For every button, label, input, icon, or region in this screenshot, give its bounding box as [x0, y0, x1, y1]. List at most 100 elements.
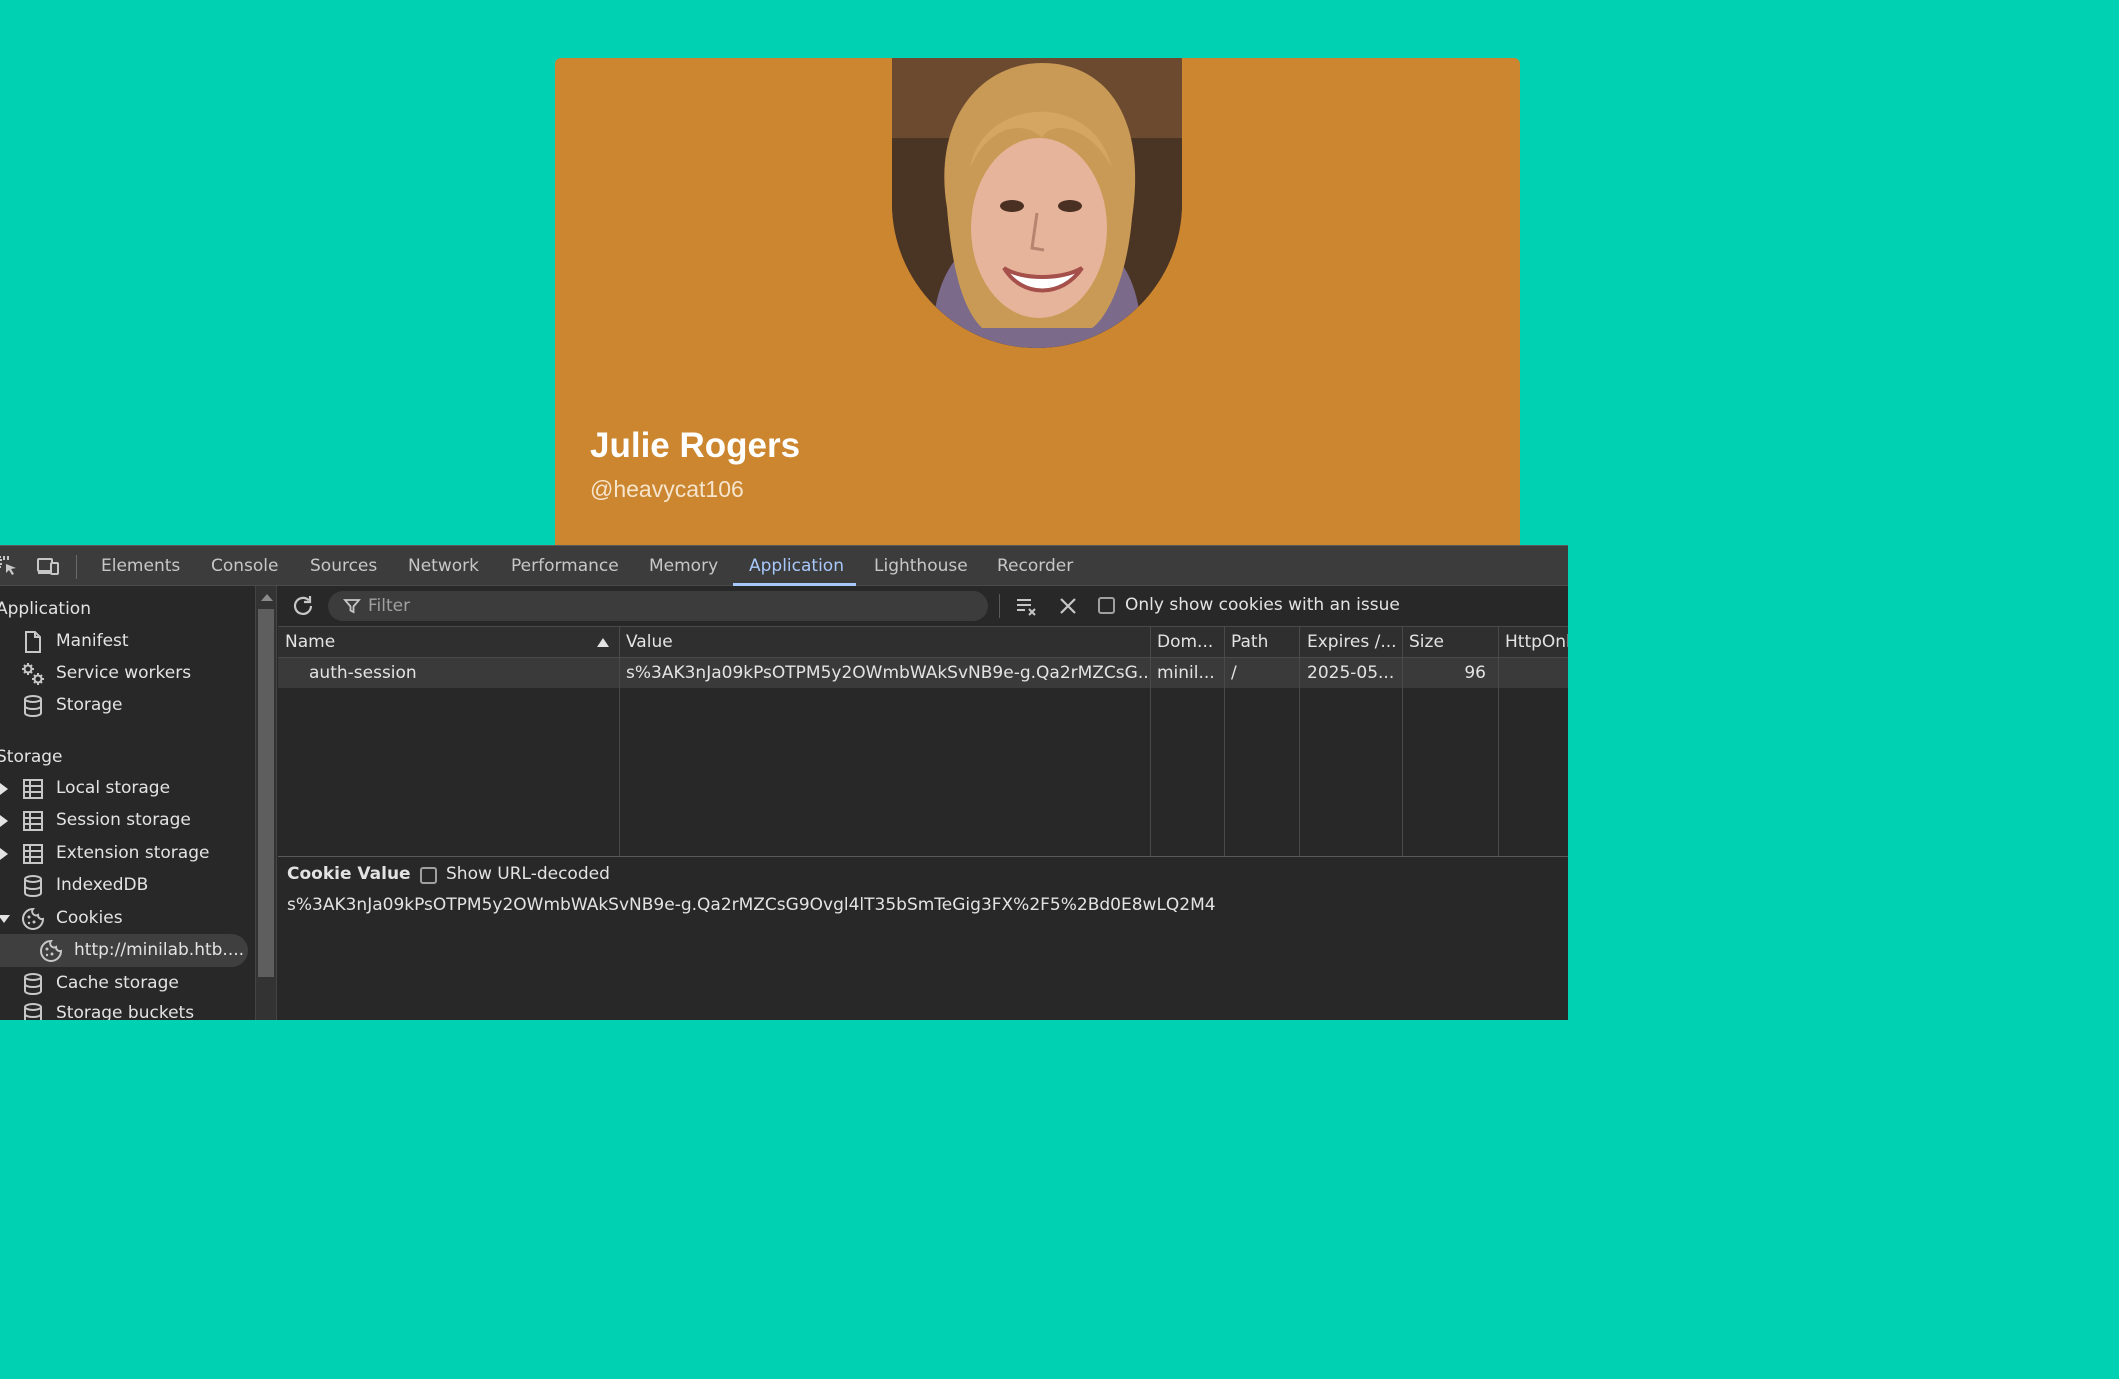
sidebar-item-storage[interactable]: Storage	[0, 691, 250, 721]
sidebar-item-label: Storage buckets	[56, 1003, 195, 1020]
column-divider[interactable]	[1224, 627, 1225, 856]
sidebar-item-service-workers[interactable]: Service workers	[0, 659, 250, 689]
filter-icon	[343, 597, 361, 615]
cookies-panel: Only show cookies with an issue Name Val…	[278, 586, 1568, 1020]
sidebar-item-cache-storage[interactable]: Cache storage	[0, 969, 250, 999]
tab-network[interactable]: Network	[408, 546, 479, 586]
sidebar-item-label: Extension storage	[56, 843, 210, 863]
sidebar-item-label: Manifest	[56, 631, 129, 651]
tab-console[interactable]: Console	[211, 546, 279, 586]
cookie-table: Name Value Dom... Path Expires /... Size…	[278, 626, 1568, 857]
expand-arrow-icon[interactable]	[0, 783, 8, 795]
show-url-decoded-label[interactable]: Show URL-decoded	[446, 864, 610, 884]
table-icon	[20, 808, 46, 834]
scrollbar-thumb[interactable]	[258, 609, 274, 977]
table-row[interactable]: auth-session s%3AK3nJa09kPsOTPM5y2OWmbWA…	[278, 658, 1568, 688]
devtools-panel: Elements Console Sources Network Perform…	[0, 545, 1568, 1020]
sidebar-section-application: Application	[0, 599, 91, 619]
toolbar-divider	[999, 594, 1000, 618]
cookie-value-pane: Cookie Value Show URL-decoded s%3AK3nJa0…	[278, 857, 1568, 1020]
sidebar-item-label: http://minilab.htb....	[74, 940, 245, 960]
sidebar-item-label: Cache storage	[56, 973, 179, 993]
sidebar-item-cookies[interactable]: Cookies	[0, 904, 250, 934]
sidebar-item-label: Local storage	[56, 778, 171, 798]
cookie-value-cell[interactable]: s%3AK3nJa09kPsOTPM5y2OWmbWAkSvNB9e-g.Qa2…	[619, 658, 1149, 688]
sidebar-item-label: Cookies	[56, 908, 123, 928]
table-header-row: Name Value Dom... Path Expires /... Size…	[278, 627, 1568, 658]
profile-name: Julie Rogers	[590, 426, 801, 465]
sort-ascending-icon	[597, 638, 609, 647]
column-header-path[interactable]: Path	[1224, 627, 1299, 658]
page-viewport: Julie Rogers @heavycat106	[0, 0, 1568, 545]
sidebar-item-extension-storage[interactable]: Extension storage	[0, 839, 250, 869]
database-icon	[20, 971, 46, 997]
filter-field[interactable]	[328, 591, 988, 621]
cookie-value-text[interactable]: s%3AK3nJa09kPsOTPM5y2OWmbWAkSvNB9e-g.Qa2…	[287, 895, 1216, 915]
cookie-domain-cell[interactable]: minil...	[1150, 658, 1223, 688]
tab-sources[interactable]: Sources	[310, 546, 377, 586]
cookies-toolbar: Only show cookies with an issue	[278, 586, 1568, 626]
column-header-expires[interactable]: Expires /...	[1300, 627, 1402, 658]
sidebar-item-label: IndexedDB	[56, 875, 149, 895]
filter-input[interactable]	[368, 591, 968, 621]
column-header-httponly[interactable]: HttpOnl	[1498, 627, 1568, 658]
tab-recorder[interactable]: Recorder	[997, 546, 1073, 586]
sidebar-item-label: Storage	[56, 695, 123, 715]
application-sidebar: Application Manifest Service workers Sto…	[0, 586, 255, 1020]
tab-memory[interactable]: Memory	[649, 546, 718, 586]
show-url-decoded-checkbox[interactable]	[420, 867, 437, 884]
cookie-name-cell[interactable]: auth-session	[302, 658, 618, 688]
cookie-value-title: Cookie Value	[287, 864, 411, 884]
column-header-domain[interactable]: Dom...	[1150, 627, 1223, 658]
column-divider[interactable]	[619, 627, 620, 856]
cookie-size-cell[interactable]: 96	[1402, 658, 1492, 688]
sidebar-item-label: Service workers	[56, 663, 192, 683]
tab-lighthouse[interactable]: Lighthouse	[874, 546, 968, 586]
only-issues-label[interactable]: Only show cookies with an issue	[1125, 595, 1400, 615]
scroll-up-icon[interactable]	[261, 594, 273, 601]
column-header-size[interactable]: Size	[1402, 627, 1498, 658]
cookie-icon	[38, 938, 64, 964]
database-icon	[20, 1001, 46, 1020]
sidebar-item-storage-buckets[interactable]: Storage buckets	[0, 999, 250, 1020]
only-issues-checkbox[interactable]	[1098, 597, 1115, 614]
tab-application[interactable]: Application	[749, 546, 844, 586]
column-divider[interactable]	[1299, 627, 1300, 856]
expand-arrow-icon[interactable]	[0, 848, 8, 860]
column-divider[interactable]	[1402, 627, 1403, 856]
column-divider[interactable]	[1498, 627, 1499, 856]
inspect-element-icon[interactable]	[0, 554, 20, 578]
gears-icon	[20, 661, 46, 687]
clear-filtered-cookies-icon[interactable]	[1015, 594, 1039, 618]
avatar-photo-icon	[892, 58, 1182, 348]
sidebar-item-session-storage[interactable]: Session storage	[0, 806, 250, 836]
sidebar-item-label: Session storage	[56, 810, 191, 830]
column-header-value[interactable]: Value	[619, 627, 1149, 658]
tab-performance[interactable]: Performance	[511, 546, 619, 586]
sidebar-item-local-storage[interactable]: Local storage	[0, 774, 250, 804]
sidebar-item-cookie-origin[interactable]: http://minilab.htb....	[0, 934, 248, 967]
collapse-arrow-icon[interactable]	[0, 915, 10, 923]
cookie-httponly-cell[interactable]	[1498, 658, 1568, 688]
sidebar-item-indexeddb[interactable]: IndexedDB	[0, 871, 250, 901]
cookie-icon	[20, 906, 46, 932]
delete-selected-icon[interactable]	[1056, 594, 1080, 618]
devtools-tabbar: Elements Console Sources Network Perform…	[0, 545, 1568, 586]
tabbar-divider	[76, 555, 77, 579]
column-header-name[interactable]: Name	[278, 627, 618, 658]
file-icon	[20, 629, 46, 655]
column-divider[interactable]	[1150, 627, 1151, 856]
tab-elements[interactable]: Elements	[101, 546, 180, 586]
table-icon	[20, 776, 46, 802]
expand-arrow-icon[interactable]	[0, 815, 8, 827]
sidebar-item-manifest[interactable]: Manifest	[0, 627, 250, 657]
table-icon	[20, 841, 46, 867]
profile-handle: @heavycat106	[590, 476, 744, 502]
cookie-expires-cell[interactable]: 2025-05...	[1300, 658, 1402, 688]
sidebar-scrollbar[interactable]	[255, 586, 277, 1020]
cookie-path-cell[interactable]: /	[1224, 658, 1299, 688]
database-icon	[20, 873, 46, 899]
device-toolbar-icon[interactable]	[36, 554, 60, 578]
refresh-icon[interactable]	[290, 593, 316, 619]
profile-avatar	[892, 58, 1182, 348]
